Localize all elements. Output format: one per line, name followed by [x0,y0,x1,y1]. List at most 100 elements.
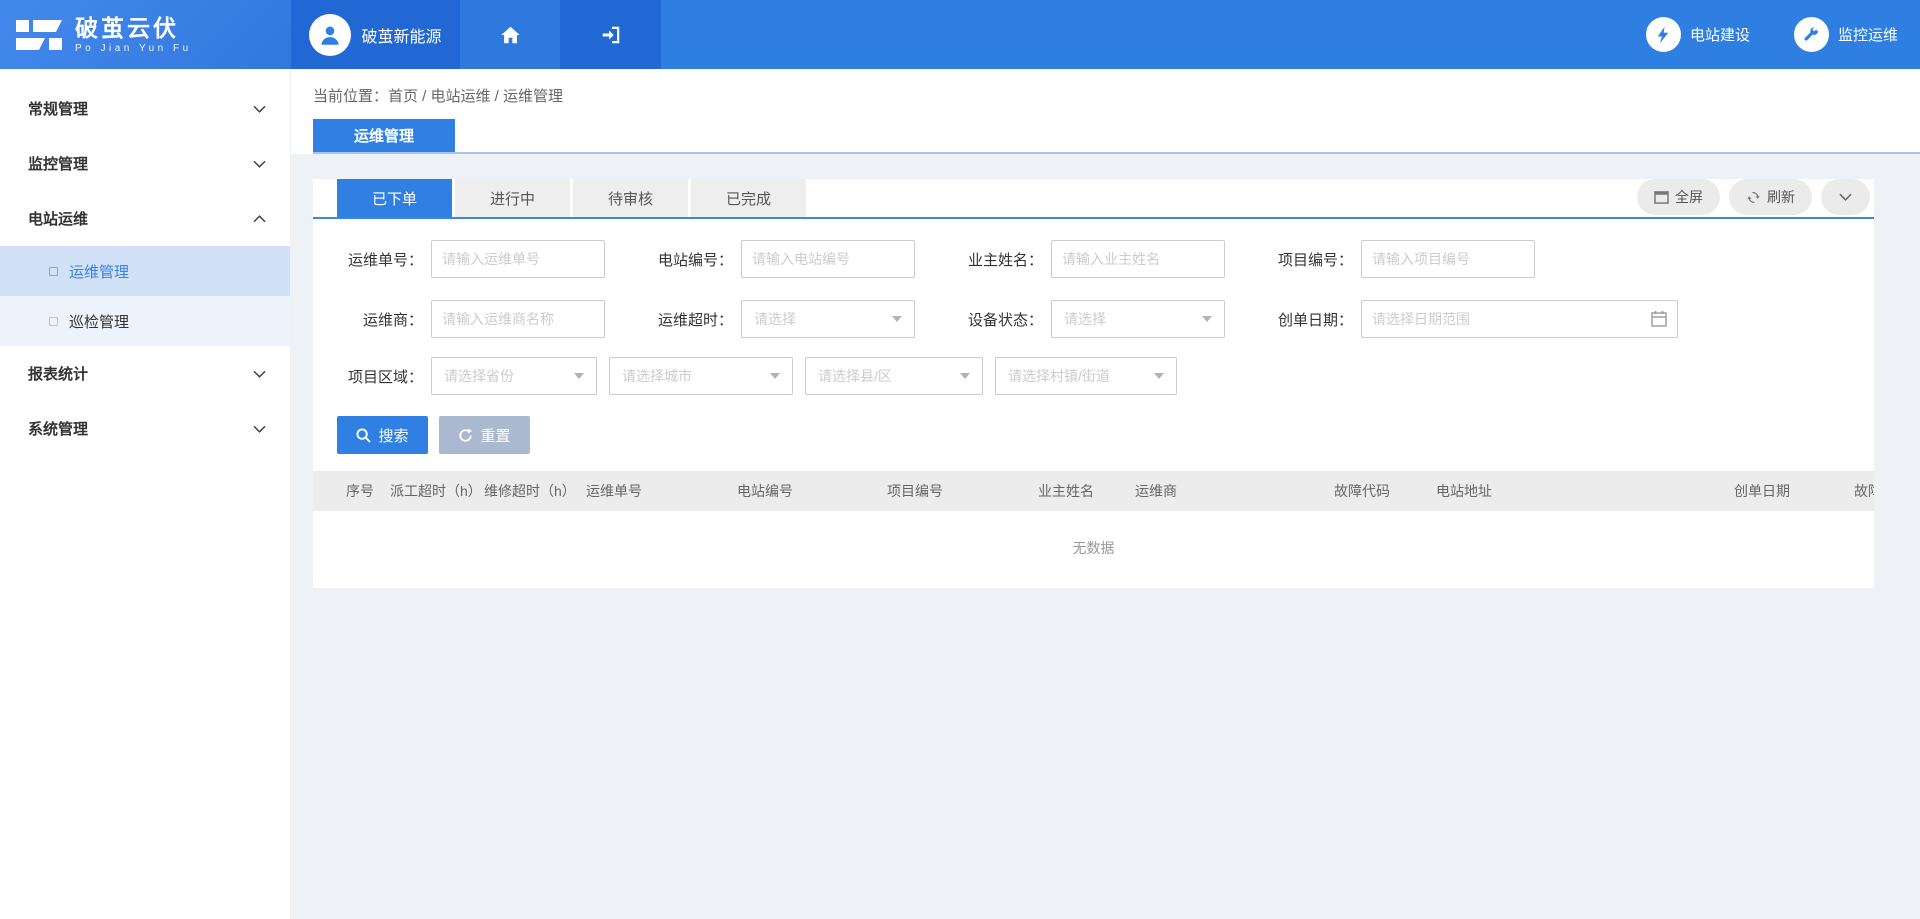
om-order-no-label: 运维单号： [347,251,423,269]
caret-down-icon [1154,373,1164,379]
card-toolbar: 全屏 刷新 [1637,179,1874,217]
town-select[interactable]: 请选择村镇/街道 [995,357,1177,395]
home-button[interactable] [460,0,560,69]
om-vendor-label: 运维商： [362,311,423,329]
workspace: 已下单 进行中 待审核 已完成 全屏 刷新 运维单号： 请输入运维单号 电站编号… [291,154,1920,919]
brand-logo: 破茧云伏 Po Jian Yun Fu [0,0,291,69]
om-order-no-input[interactable] [431,240,605,278]
chevron-down-icon [253,425,266,433]
tab-ordered[interactable]: 已下单 [337,179,452,217]
col-owner-name: 业主姓名 [1038,483,1094,499]
sidebar: 常规管理 监控管理 电站运维 运维管理 巡检管理 报表统计 系统管理 [0,69,291,919]
sidebar-item-monitoring[interactable]: 监控管理 [0,136,290,191]
status-tabs: 已下单 进行中 待审核 已完成 全屏 刷新 [313,179,1874,219]
refresh-icon [1747,191,1760,203]
brand-subtitle: Po Jian Yun Fu [75,43,192,54]
brand-title: 破茧云伏 [75,15,179,41]
brand-logo-icon [16,19,62,50]
reset-icon [459,428,473,442]
app-root: 破茧云伏 Po Jian Yun Fu 破茧新能源 电站建设 监控运维 常规管理… [0,0,1920,919]
chevron-down-icon [253,370,266,378]
content-header: 当前位置：首页 / 电站运维 / 运维管理 运维管理 [291,69,1920,154]
main-content: 当前位置：首页 / 电站运维 / 运维管理 运维管理 已下单 进行中 待审核 已… [291,69,1920,919]
province-select[interactable]: 请选择省份 [431,357,597,395]
sidebar-item-general[interactable]: 常规管理 [0,81,290,136]
col-station-no: 电站编号 [737,483,793,499]
sidebar-item-system[interactable]: 系统管理 [0,401,290,456]
col-station-address: 电站地址 [1436,483,1492,499]
om-timeout-label: 运维超时： [657,311,733,329]
sidebar-subitem-inspection-management[interactable]: 巡检管理 [0,296,290,346]
om-vendor-input[interactable] [431,300,605,338]
col-project-no: 项目编号 [887,483,943,499]
fullscreen-button[interactable]: 全屏 [1637,179,1720,215]
chevron-down-icon [253,105,266,113]
om-card: 已下单 进行中 待审核 已完成 全屏 刷新 运维单号： 请输入运维单号 电站编号… [313,179,1874,588]
filter-row-1: 运维单号： 电站编号： 业主姓名： 项目编号： [337,240,1874,278]
breadcrumb-path: 首页 / 电站运维 / 运维管理 [388,88,564,105]
sidebar-item-reports[interactable]: 报表统计 [0,346,290,401]
tab-in-progress[interactable]: 进行中 [455,179,570,217]
logout-icon [602,26,619,43]
refresh-button[interactable]: 刷新 [1729,179,1812,215]
col-fault-truncated: 故障 [1854,483,1874,499]
chevron-down-icon [1839,193,1852,201]
create-date-range-input[interactable] [1361,300,1678,338]
station-no-input[interactable] [741,240,915,278]
logout-button[interactable] [560,0,661,69]
submenu-bullet-icon [49,316,58,326]
city-select[interactable]: 请选择城市 [609,357,793,395]
col-om-order-no: 运维单号 [586,483,642,499]
page-tab-om-management[interactable]: 运维管理 [313,119,455,152]
project-no-label: 项目编号： [1277,251,1353,269]
lightning-icon [1658,26,1669,43]
nav-monitor-om-label: 监控运维 [1837,27,1898,44]
search-button[interactable]: 搜索 [337,416,428,454]
device-status-select[interactable]: 请选择 [1051,300,1225,338]
project-no-input[interactable] [1361,240,1535,278]
home-icon [500,26,520,43]
col-dispatch-timeout: 派工超时（h） [390,483,482,499]
topbar: 破茧云伏 Po Jian Yun Fu 破茧新能源 电站建设 监控运维 [0,0,1920,69]
empty-state: 无数据 [1072,540,1115,556]
filter-actions: 搜索 重置 [337,416,1874,454]
tab-completed[interactable]: 已完成 [691,179,806,217]
avatar [309,13,352,56]
col-index: 序号 [346,483,374,499]
station-no-label: 电站编号： [657,251,733,269]
caret-down-icon [960,373,970,379]
owner-name-input[interactable] [1051,240,1225,278]
breadcrumb: 当前位置：首页 / 电站运维 / 运维管理 [313,85,1920,106]
collapse-panel-button[interactable] [1821,179,1870,215]
wrench-icon [1805,26,1819,41]
sidebar-item-station-om[interactable]: 电站运维 [0,191,290,246]
filter-row-2: 运维商： 运维超时： 请选择 设备状态： [337,300,1874,338]
user-icon [321,26,340,45]
top-nav: 电站建设 监控运维 [1645,0,1920,69]
col-om-vendor: 运维商 [1135,483,1177,499]
create-date-label: 创单日期： [1277,311,1353,329]
search-icon [356,427,372,443]
caret-down-icon [574,373,584,379]
fullscreen-icon [1654,190,1669,204]
om-timeout-select[interactable]: 请选择 [741,300,915,338]
tab-pending-review[interactable]: 待审核 [573,179,688,217]
device-status-label: 设备状态： [967,311,1043,329]
caret-down-icon [1202,316,1212,322]
user-name: 破茧新能源 [361,28,442,46]
calendar-icon [1651,311,1667,327]
nav-monitor-om[interactable]: 监控运维 [1793,17,1898,52]
nav-station-build-label: 电站建设 [1689,27,1750,44]
col-repair-timeout: 维修超时（h） [484,483,576,499]
nav-station-build[interactable]: 电站建设 [1645,17,1750,52]
county-select[interactable]: 请选择县/区 [805,357,983,395]
filter-row-region: 项目区域： 请选择省份 请选择城市 请选择县/区 请选择村镇/街道 [337,357,1874,395]
col-fault-code: 故障代码 [1334,483,1390,499]
sidebar-subitem-om-management[interactable]: 运维管理 [0,246,290,296]
caret-down-icon [770,373,780,379]
col-create-date: 创单日期 [1734,483,1790,499]
reset-button[interactable]: 重置 [439,416,530,454]
chevron-up-icon [253,214,266,222]
user-menu[interactable]: 破茧新能源 [291,0,460,69]
